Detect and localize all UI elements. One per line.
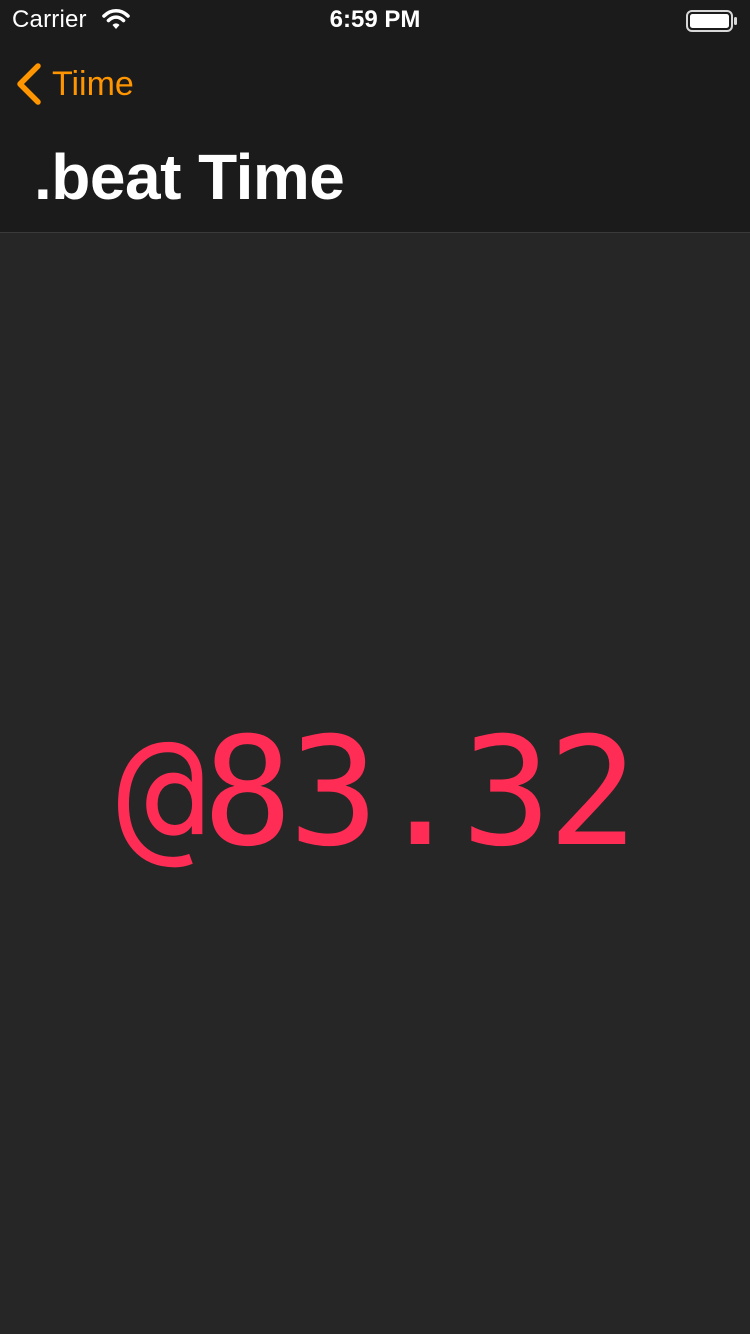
status-time: 6:59 PM (329, 6, 421, 33)
chevron-left-icon (17, 63, 41, 105)
battery-icon (686, 10, 737, 32)
main-content: @83.32 (0, 233, 750, 1334)
status-bar: Carrier 6:59 PM (0, 0, 750, 40)
top-bars: Carrier 6:59 PM Tiime .beat Time (0, 0, 750, 233)
back-button-label: Tiime (52, 65, 134, 103)
back-button[interactable]: Tiime (14, 60, 134, 108)
page-title: .beat Time (34, 141, 345, 213)
beat-time-display: @83.32 (116, 706, 638, 880)
beat-time-screen: Carrier 6:59 PM Tiime .beat Time @83.32 (0, 0, 750, 1334)
